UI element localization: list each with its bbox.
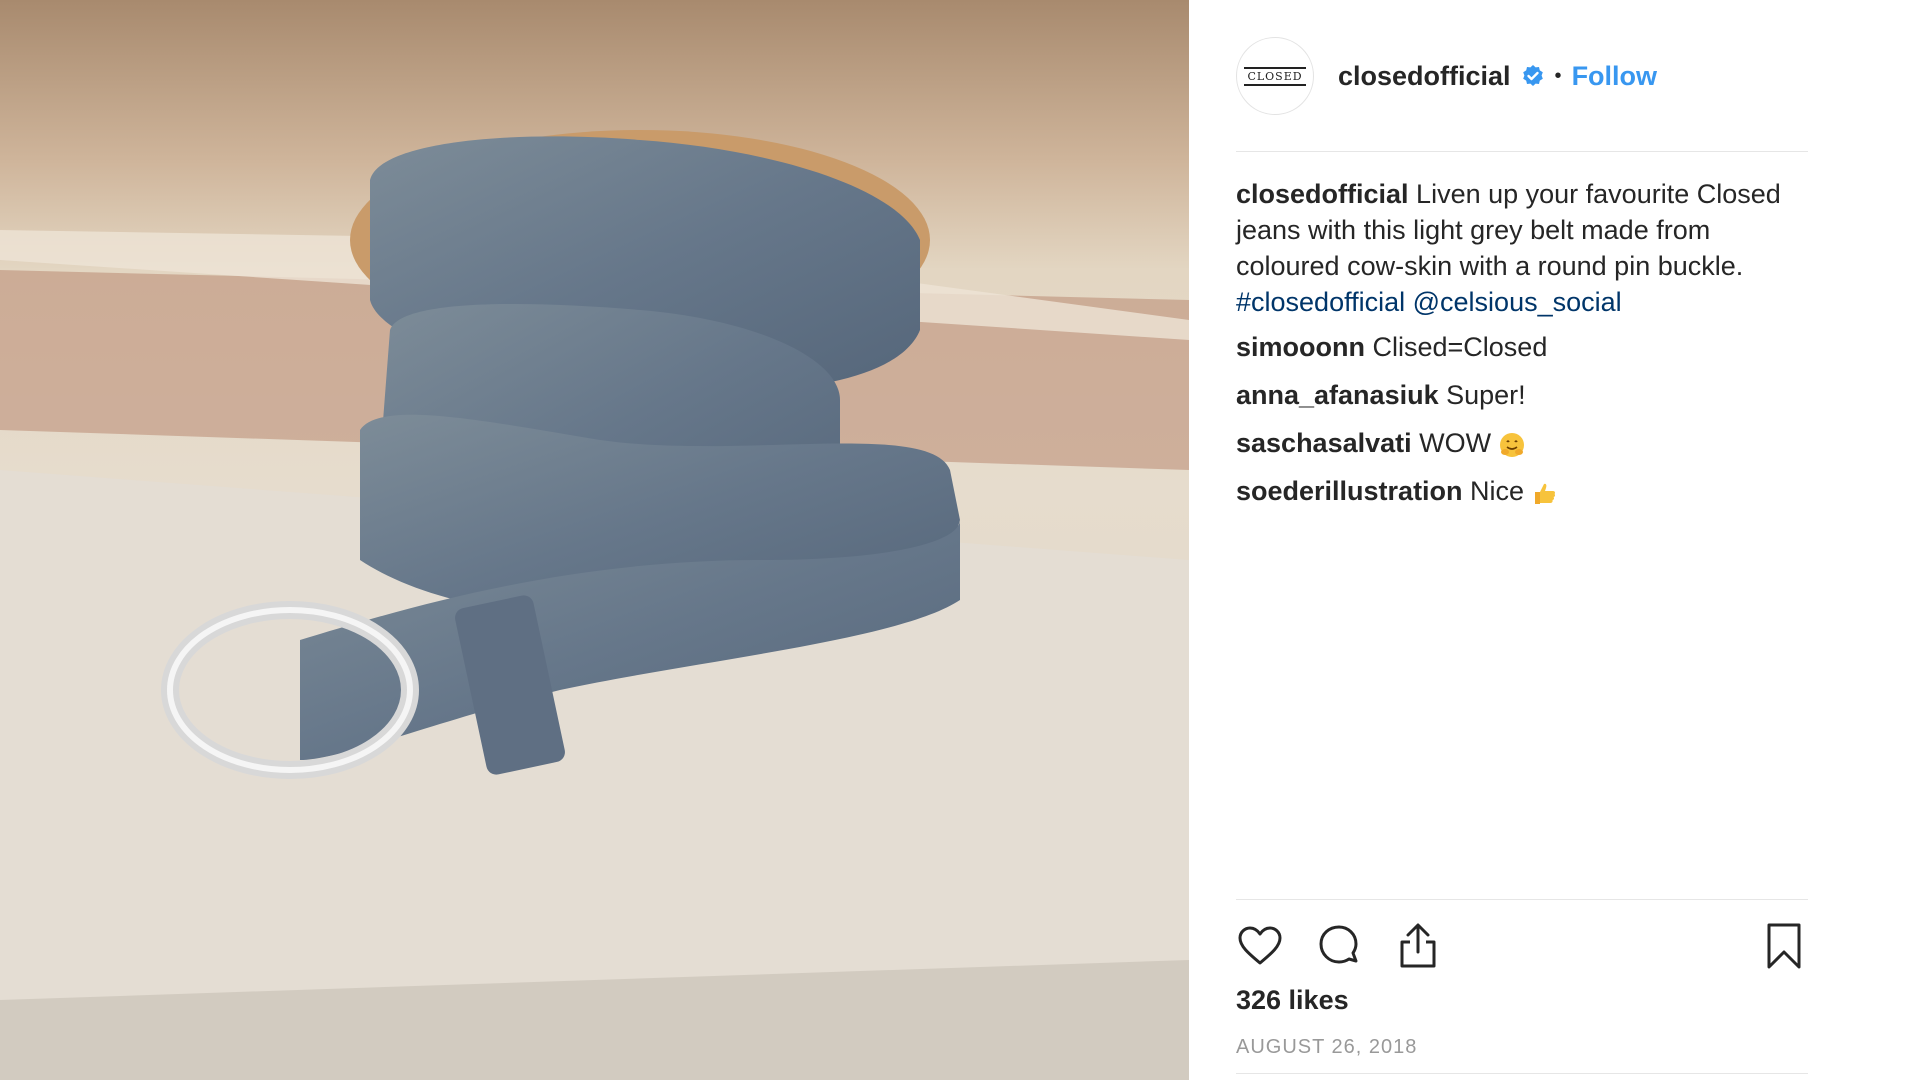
author-handle[interactable]: closedofficial: [1338, 61, 1511, 92]
comment-text: Super!: [1438, 380, 1526, 410]
comment: soederillustration Nice: [1236, 473, 1796, 509]
comment: simooonn Clised=Closed: [1236, 329, 1796, 365]
verified-badge-icon: [1522, 65, 1543, 86]
comment-text: Clised=Closed: [1365, 332, 1548, 362]
bookmark-icon[interactable]: [1760, 922, 1808, 970]
comment-user[interactable]: saschasalvati: [1236, 428, 1412, 458]
mention-link[interactable]: @celsious_social: [1413, 287, 1622, 317]
comment: saschasalvati WOW: [1236, 425, 1796, 461]
likes-count[interactable]: 326 likes: [1236, 985, 1349, 1016]
comment-bubble-icon[interactable]: [1315, 922, 1363, 970]
post-details-panel: CLOSED closedofficial • Follow closedoff…: [1236, 0, 1808, 1080]
comment-text: Nice: [1462, 476, 1532, 506]
comments-list: simooonn Clised=Closed anna_afanasiuk Su…: [1236, 329, 1796, 521]
comment-user[interactable]: soederillustration: [1236, 476, 1463, 506]
hashtag-link[interactable]: #closedofficial: [1236, 287, 1405, 317]
comment: anna_afanasiuk Super!: [1236, 377, 1796, 413]
post-date: AUGUST 26, 2018: [1236, 1036, 1418, 1058]
post-actions: [1236, 922, 1808, 970]
actions-divider: [1236, 899, 1808, 900]
caption-author[interactable]: closedofficial: [1236, 179, 1409, 209]
thumbs-up-emoji: [1534, 483, 1555, 504]
comment-text: WOW: [1411, 428, 1499, 458]
header-divider: [1236, 151, 1808, 152]
comment-user[interactable]: anna_afanasiuk: [1236, 380, 1439, 410]
belt-photo-illustration: [0, 0, 1189, 1080]
footer-divider: [1236, 1073, 1808, 1074]
closed-logo: CLOSED: [1244, 66, 1306, 86]
post-caption: closedofficial Liven up your favourite C…: [1236, 176, 1796, 320]
like-heart-icon[interactable]: [1236, 922, 1284, 970]
share-icon[interactable]: [1394, 922, 1442, 970]
post-photo[interactable]: [0, 0, 1189, 1080]
author-avatar[interactable]: CLOSED: [1236, 37, 1314, 115]
header-separator: •: [1554, 64, 1562, 87]
post-header: CLOSED closedofficial • Follow: [1236, 36, 1808, 116]
comment-user[interactable]: simooonn: [1236, 332, 1365, 362]
follow-button[interactable]: Follow: [1572, 61, 1657, 92]
hugging-face-emoji: [1499, 432, 1524, 457]
